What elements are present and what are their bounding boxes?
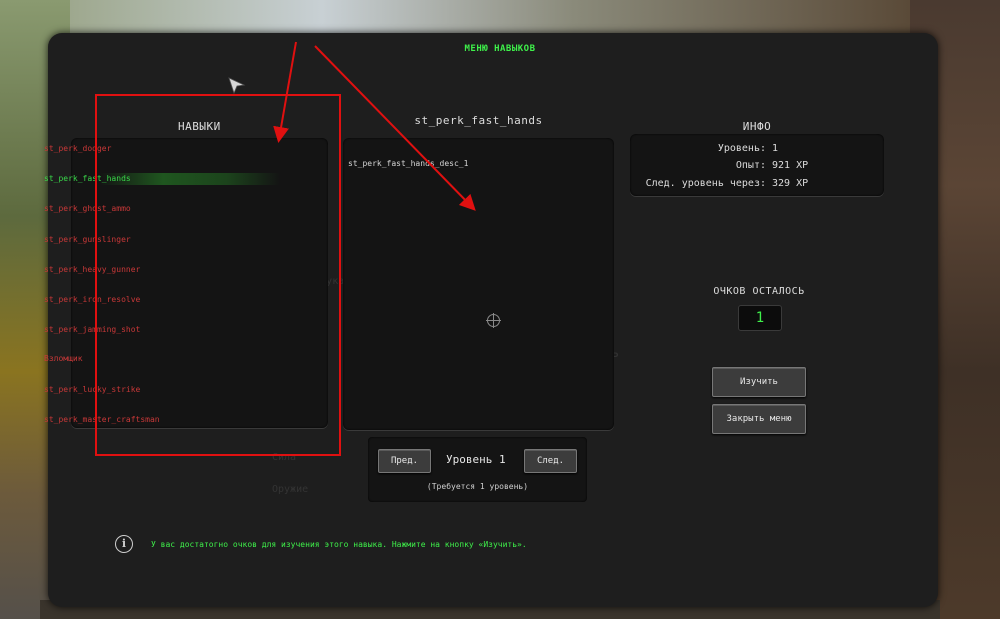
mouse-cursor-icon [228, 77, 246, 95]
annotation-arrow [273, 41, 297, 143]
annotation-arrows [273, 41, 476, 211]
annotation-arrow [314, 45, 476, 211]
